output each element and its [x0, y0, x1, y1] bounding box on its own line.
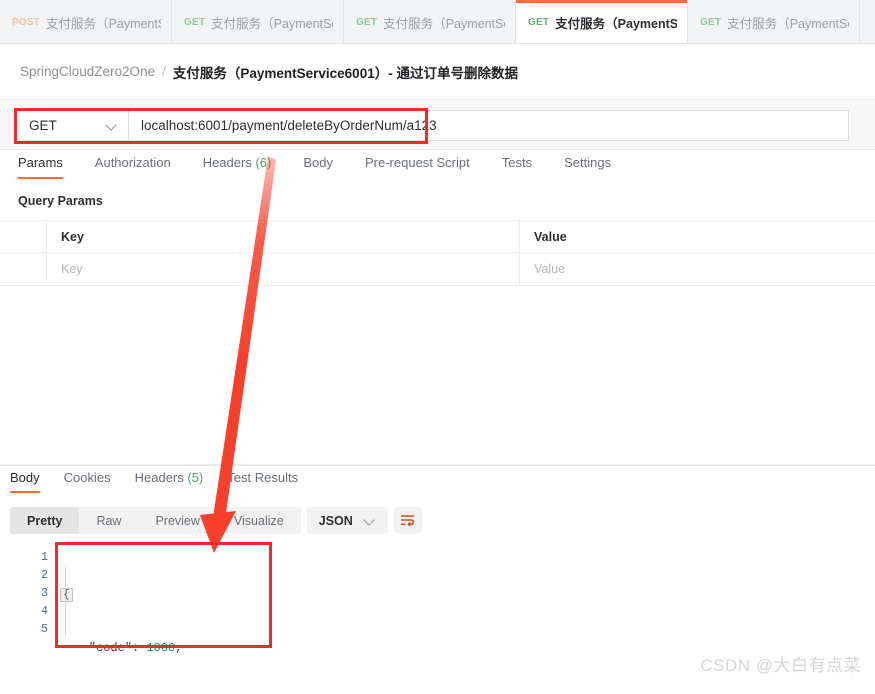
fold-open-brace[interactable]: { [60, 588, 73, 602]
tab-response-cookies[interactable]: Cookies [64, 470, 111, 493]
tab-response-headers[interactable]: Headers (5) [135, 470, 204, 493]
tab-response-cookies-label: Cookies [63, 470, 111, 485]
chevron-down-icon [107, 120, 118, 131]
column-header-value: Value [534, 229, 567, 244]
tab-headers-label: Headers [202, 155, 252, 170]
tab-tests[interactable]: Tests [502, 155, 532, 179]
tab-label: 支付服务（PaymentServic [727, 16, 849, 31]
tab-test-results-label: Test Results [227, 470, 299, 485]
tab-response-headers-count: (5) [187, 470, 204, 485]
json-value-code: 1000 [146, 641, 176, 655]
tab-tests-label: Tests [501, 155, 533, 170]
tab-test-results[interactable]: Test Results [227, 470, 298, 493]
code-line-1: { [60, 585, 254, 603]
tab-pre-request-script-label: Pre-request Script [364, 155, 470, 170]
request-tab-3-active[interactable]: GET 支付服务（PaymentServic [516, 0, 688, 43]
view-mode-segmented-control: Pretty Raw Preview Visualize [10, 507, 301, 534]
tab-label: 支付服务（PaymentServic [211, 16, 333, 31]
row-checkbox-cell[interactable] [0, 253, 47, 285]
query-params-title: Query Params [18, 194, 103, 208]
response-divider [0, 465, 875, 466]
http-method-value: GET [29, 118, 57, 133]
response-format-toolbar: Pretty Raw Preview Visualize JSON [10, 507, 422, 534]
param-key-input[interactable]: Key [47, 253, 520, 285]
request-tab-4[interactable]: GET 支付服务（PaymentServic [688, 0, 860, 43]
http-method-select[interactable]: GET [16, 110, 129, 141]
tab-method-badge: GET [184, 16, 206, 28]
tab-body-label: Body [303, 155, 333, 170]
response-body-viewer[interactable]: 1 2 3 4 5 { "code": 1000, "data": null, … [0, 545, 875, 655]
table-header-row: Key Value [0, 220, 875, 253]
postman-window: POST 支付服务（PaymentServ GET 支付服务（PaymentSe… [0, 0, 875, 694]
param-value-input[interactable]: Value [520, 253, 875, 285]
tab-label: 支付服务（PaymentServic [555, 16, 677, 31]
tab-headers[interactable]: Headers (6) [203, 155, 272, 179]
line-numbers: 1 2 3 4 5 [41, 551, 48, 636]
tab-response-body[interactable]: Body [10, 470, 40, 493]
header-checkbox-cell [0, 221, 47, 252]
tab-body[interactable]: Body [303, 155, 333, 179]
json-comma: , [175, 641, 183, 655]
response-json-code: { "code": 1000, "data": null, "message":… [60, 549, 254, 694]
params-empty-area [0, 287, 875, 465]
tab-settings[interactable]: Settings [564, 155, 611, 179]
request-tab-1[interactable]: GET 支付服务（PaymentServic [172, 0, 344, 43]
tab-authorization-label: Authorization [94, 155, 171, 170]
tab-headers-count: (6) [255, 155, 272, 170]
tab-response-body-label: Body [10, 470, 40, 485]
word-wrap-button[interactable] [393, 507, 422, 534]
view-mode-preview[interactable]: Preview [138, 507, 216, 534]
tab-method-badge: GET [356, 16, 378, 28]
breadcrumb: SpringCloudZero2One / 支付服务（PaymentServic… [0, 44, 875, 100]
tab-settings-label: Settings [564, 155, 612, 170]
chevron-down-icon [365, 515, 376, 526]
json-key-code: "code" [88, 641, 133, 655]
tab-method-badge: POST [12, 16, 41, 28]
tab-response-headers-label: Headers [134, 470, 184, 485]
view-mode-visualize[interactable]: Visualize [217, 507, 301, 534]
view-mode-pretty[interactable]: Pretty [10, 507, 80, 534]
request-tab-2[interactable]: GET 支付服务（PaymentServic [344, 0, 516, 43]
query-params-table: Key Value Key Value [0, 220, 875, 286]
code-line-2: "code": 1000, [60, 639, 254, 657]
csdn-watermark: CSDN @大白有点菜 [700, 656, 861, 675]
line-number-gutter: 1 2 3 4 5 [30, 549, 48, 639]
request-tab-strip: POST 支付服务（PaymentServ GET 支付服务（PaymentSe… [0, 0, 875, 44]
json-colon: : [132, 641, 140, 655]
word-wrap-icon [401, 515, 415, 527]
tab-params[interactable]: Params [18, 155, 63, 179]
response-tabs: Body Cookies Headers (5) Test Results [0, 470, 875, 498]
tab-authorization[interactable]: Authorization [95, 155, 171, 179]
tab-method-badge: GET [528, 16, 550, 28]
tab-pre-request-script[interactable]: Pre-request Script [365, 155, 470, 179]
table-row[interactable]: Key Value [0, 253, 875, 286]
tab-method-badge: GET [700, 16, 722, 28]
request-config-tabs: Params Authorization Headers (6) Body Pr… [0, 155, 875, 187]
page-title: 支付服务（PaymentService6001）- 通过订单号删除数据 [172, 65, 518, 81]
response-language-value: JSON [318, 513, 353, 528]
breadcrumb-separator: / [162, 64, 166, 79]
view-mode-raw[interactable]: Raw [79, 507, 138, 534]
request-tab-0[interactable]: POST 支付服务（PaymentServ [0, 0, 172, 43]
response-language-select[interactable]: JSON [306, 507, 388, 534]
tab-label: 支付服务（PaymentServ [46, 16, 161, 31]
url-input[interactable]: localhost:6001/payment/deleteByOrderNum/… [129, 110, 849, 141]
breadcrumb-collection[interactable]: SpringCloudZero2One [20, 64, 155, 79]
column-header-key: Key [47, 221, 520, 252]
tab-params-label: Params [18, 155, 63, 170]
tab-label: 支付服务（PaymentServic [383, 16, 505, 31]
